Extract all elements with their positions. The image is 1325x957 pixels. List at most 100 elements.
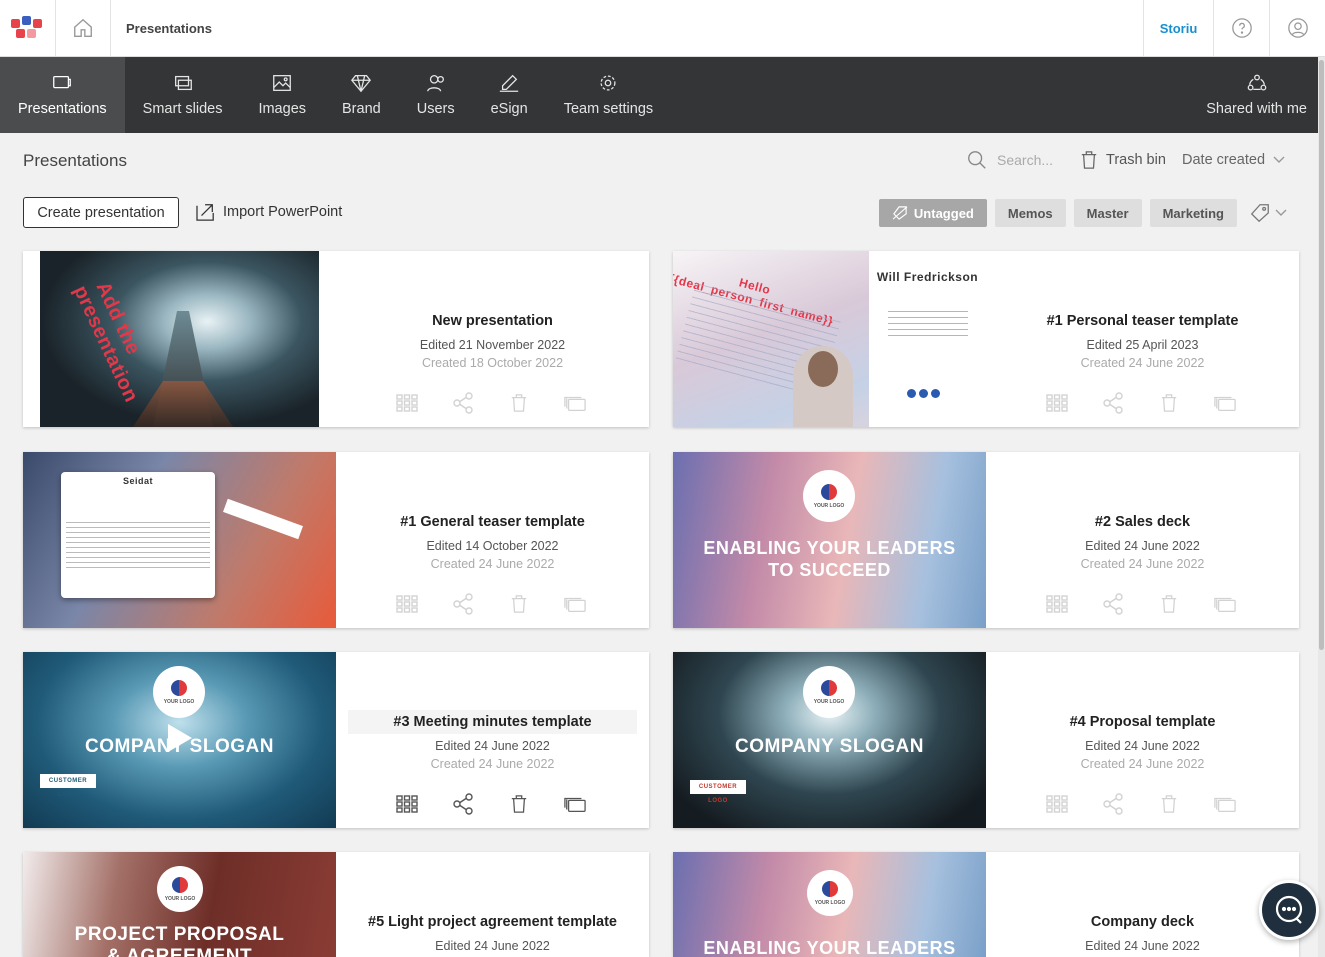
card-title[interactable]: #1 General teaser template: [348, 514, 637, 530]
card-title[interactable]: New presentation: [348, 313, 637, 329]
breadcrumb: Presentations: [126, 20, 212, 36]
slides-grid-button[interactable]: [1046, 392, 1068, 414]
share-button[interactable]: [452, 593, 474, 615]
presentation-card[interactable]: YOUR LOGO COMPANY SLOGAN CUSTOMER LOGO #…: [23, 652, 649, 828]
trash-bin-button[interactable]: Trash bin: [1080, 150, 1166, 170]
slides-grid-button[interactable]: [1046, 593, 1068, 615]
your-logo: YOUR LOGO: [803, 470, 855, 522]
presentation-card[interactable]: YOUR LOGO ENABLING YOUR LEADERS TO SUCCE…: [673, 452, 1299, 628]
nav-esign[interactable]: eSign: [473, 57, 546, 133]
presentation-card[interactable]: YOUR LOGO ENABLING YOUR LEADERS Company …: [673, 852, 1299, 957]
card-title[interactable]: #1 Personal teaser template: [998, 313, 1287, 329]
share-button[interactable]: [1102, 392, 1124, 414]
customer-logo: CUSTOMER LOGO: [40, 774, 96, 798]
tag-menu-button[interactable]: [1249, 202, 1287, 224]
main-nav: Presentations Smart slides Images Brand …: [0, 57, 1325, 133]
nav-presentations[interactable]: Presentations: [0, 57, 125, 133]
tag-untagged[interactable]: Untagged: [878, 199, 987, 227]
sort-dropdown[interactable]: Date created: [1182, 152, 1285, 168]
slides-grid-button[interactable]: [396, 793, 418, 815]
page-title: Presentations: [23, 151, 127, 170]
card-info: #3 Meeting minutes template Edited 24 Ju…: [336, 652, 649, 828]
delete-button[interactable]: [508, 593, 530, 615]
create-presentation-button[interactable]: Create presentation: [23, 197, 179, 228]
slides-grid-button[interactable]: [396, 593, 418, 615]
delete-button[interactable]: [508, 392, 530, 414]
card-title[interactable]: #5 Light project agreement template: [348, 914, 637, 930]
duplicate-button[interactable]: [564, 392, 586, 414]
duplicate-button[interactable]: [564, 593, 586, 615]
presentation-card[interactable]: YOUR LOGO COMPANY SLOGAN CUSTOMER LOGO #…: [673, 652, 1299, 828]
duplicate-button[interactable]: [564, 793, 586, 815]
edited-date: Edited 25 April 2023: [1086, 338, 1199, 352]
slide-subheadline: TO SUCCEED: [768, 560, 891, 580]
delete-button[interactable]: [1158, 793, 1180, 815]
presentation-card[interactable]: Seidat #1 General teaser template Edited…: [23, 452, 649, 628]
duplicate-button[interactable]: [1214, 593, 1236, 615]
slide-thumbnail[interactable]: YOUR LOGO ENABLING YOUR LEADERS TO SUCCE…: [673, 452, 986, 628]
home-button[interactable]: [56, 0, 111, 56]
search-box[interactable]: Search...: [966, 149, 1053, 171]
edited-date: Edited 24 June 2022: [435, 939, 550, 953]
nav-users[interactable]: Users: [399, 57, 473, 133]
slides-grid-button[interactable]: [396, 392, 418, 414]
nav-images[interactable]: Images: [240, 57, 324, 133]
edited-date: Edited 24 June 2022: [1085, 739, 1200, 753]
share-button[interactable]: [1102, 593, 1124, 615]
nav-label: Users: [416, 101, 455, 117]
slide-brand: Seidat: [122, 476, 153, 486]
search-input[interactable]: Search...: [997, 152, 1053, 168]
nav-smart-slides[interactable]: Smart slides: [125, 57, 241, 133]
slide-thumbnail[interactable]: YOUR LOGO COMPANY SLOGAN CUSTOMER LOGO: [673, 652, 986, 828]
presentation-card[interactable]: Add the presentation New presentation Ed…: [23, 251, 649, 427]
tag-master[interactable]: Master: [1073, 199, 1142, 227]
delete-button[interactable]: [1158, 392, 1180, 414]
help-button[interactable]: [1213, 0, 1269, 56]
org-name[interactable]: Storiu: [1143, 0, 1213, 56]
chat-button[interactable]: [1259, 880, 1319, 940]
share-button[interactable]: [1102, 793, 1124, 815]
created-date: Created 24 June 2022: [430, 757, 555, 771]
duplicate-icon: [564, 597, 586, 612]
slide-thumbnail[interactable]: Hello {{deal_person_first_name}} Will Fr…: [673, 251, 986, 427]
import-powerpoint-button[interactable]: Import PowerPoint: [196, 203, 342, 221]
slide-thumbnail[interactable]: Seidat: [23, 452, 336, 628]
play-icon[interactable]: [168, 724, 192, 752]
share-button[interactable]: [452, 392, 474, 414]
scrollbar-thumb[interactable]: [1319, 60, 1324, 650]
profile-button[interactable]: [1269, 0, 1325, 56]
card-info: #5 Light project agreement template Edit…: [336, 852, 649, 957]
created-date: Created 24 June 2022: [1080, 356, 1205, 370]
card-title[interactable]: #4 Proposal template: [998, 714, 1287, 730]
card-info: New presentation Edited 21 November 2022…: [336, 251, 649, 427]
nav-team-settings[interactable]: Team settings: [546, 57, 671, 133]
your-logo: YOUR LOGO: [157, 866, 203, 912]
slide-thumbnail[interactable]: YOUR LOGO ENABLING YOUR LEADERS: [673, 852, 986, 957]
card-title[interactable]: #3 Meeting minutes template: [348, 710, 637, 734]
share-icon: [1103, 392, 1123, 414]
tag-marketing[interactable]: Marketing: [1149, 199, 1237, 227]
nav-brand[interactable]: Brand: [324, 57, 399, 133]
slide-thumbnail[interactable]: YOUR LOGO COMPANY SLOGAN CUSTOMER LOGO: [23, 652, 336, 828]
card-title[interactable]: #2 Sales deck: [998, 514, 1287, 530]
app-logo[interactable]: [0, 0, 56, 56]
slide-thumbnail[interactable]: YOUR LOGO PROJECT PROPOSAL & AGREEMENT: [23, 852, 336, 957]
logo-icon: [10, 16, 42, 38]
card-info: #1 Personal teaser template Edited 25 Ap…: [986, 251, 1299, 427]
share-button[interactable]: [452, 793, 474, 815]
slide-thumbnail[interactable]: Add the presentation: [23, 251, 336, 427]
tag-memos[interactable]: Memos: [994, 199, 1066, 227]
card-title[interactable]: Company deck: [998, 914, 1287, 930]
edited-date: Edited 14 October 2022: [426, 539, 559, 553]
nav-shared-with-me[interactable]: Shared with me: [1188, 57, 1325, 133]
duplicate-button[interactable]: [1214, 793, 1236, 815]
duplicate-icon: [1214, 597, 1236, 612]
users-icon: [426, 75, 444, 92]
delete-button[interactable]: [508, 793, 530, 815]
delete-button[interactable]: [1158, 593, 1180, 615]
slides-grid-button[interactable]: [1046, 793, 1068, 815]
duplicate-button[interactable]: [1214, 392, 1236, 414]
presentation-card[interactable]: Hello {{deal_person_first_name}} Will Fr…: [673, 251, 1299, 427]
presentation-card[interactable]: YOUR LOGO PROJECT PROPOSAL & AGREEMENT #…: [23, 852, 649, 957]
edited-date: Edited 24 June 2022: [1085, 939, 1200, 953]
